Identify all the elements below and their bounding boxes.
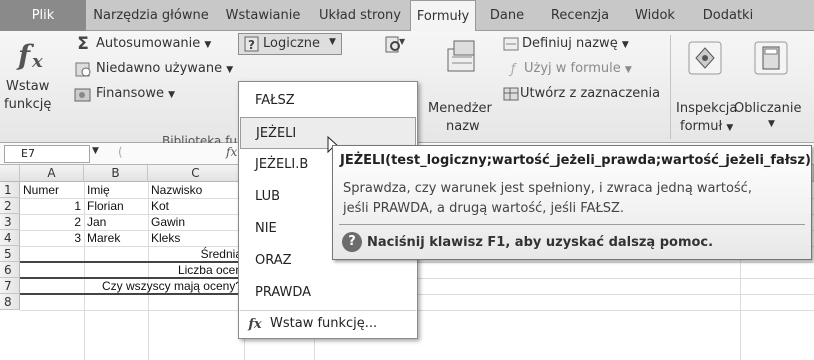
chevron-down-icon: ▼ [226,65,234,75]
tab-home[interactable]: Narzędzia główne [86,0,216,31]
insert-function-label-2: funkcję [4,97,52,112]
column-header-b[interactable]: B [84,165,148,182]
cell-c4[interactable]: Kleks [151,230,180,246]
recently-used-button[interactable]: Niedawno używane ▼ [96,61,233,76]
tooltip-line-1: Sprawdza, czy warunek jest spełniony, i … [343,181,752,196]
menu-item-falsz[interactable]: FAŁSZ [240,85,416,117]
name-box[interactable]: E7 [4,145,90,163]
cell-c3[interactable]: Gawin [151,214,185,230]
chevron-down-icon: ▼ [726,123,734,133]
chevron-down-icon: ▼ [621,40,629,50]
tab-file[interactable]: Plik [0,0,86,31]
financial-button[interactable]: Finansowe ▼ [96,86,175,101]
help-icon: ? [342,232,362,252]
cell-b1[interactable]: Imię [87,182,110,198]
fx-icon[interactable]: fx [226,145,237,159]
cell-b2[interactable]: Florian [87,198,124,214]
ribbon-separator [670,35,671,139]
tooltip-description: Sprawdza, czy warunek jest spełniony, i … [343,179,803,219]
cell-a3[interactable]: 2 [20,214,81,230]
tooltip-line-2: jeśli PRAWDA, a drugą wartość, jeśli FAŁ… [343,201,625,216]
formula-auditing-label-2[interactable]: formuł ▼ [680,119,733,134]
logical-button[interactable]: ? Logiczne ▼ [238,33,342,55]
cell-c6[interactable]: Liczba ocen [20,262,242,278]
tab-insert[interactable]: Wstawianie [216,0,310,31]
tab-view[interactable]: Widok [622,0,688,31]
formula-auditing-icon[interactable] [686,39,724,77]
cell-a2[interactable]: 1 [20,198,81,214]
name-manager-label-1: Menedżer [428,101,492,116]
chevron-down-icon[interactable]: ▼ [768,119,775,129]
tab-data[interactable]: Dane [476,0,538,31]
chevron-down-icon: ▼ [329,37,336,47]
tooltip-title: JEŻELI(test_logiczny;wartość_jeżeli_praw… [340,153,811,168]
create-from-selection-icon [502,85,520,103]
tooltip-help-text: Naciśnij klawisz F1, aby uzyskać dalszą … [367,235,714,250]
chevron-down-icon: ▼ [168,90,176,100]
cell-c5[interactable]: Średnia [20,246,242,262]
name-box-dropdown-icon[interactable]: ▼ [92,146,99,156]
column-header-c[interactable]: C [148,165,244,182]
function-tooltip: JEŻELI(test_logiczny;wartość_jeżeli_praw… [332,145,812,260]
svg-text:▼: ▼ [399,37,406,46]
row-header-8[interactable]: 8 [0,294,20,310]
financial-icon [74,85,92,103]
tab-formulas[interactable]: Formuły [410,0,476,32]
calculation-icon[interactable] [752,39,790,77]
column-header-a[interactable]: A [20,165,84,182]
cell-c7[interactable]: Czy wszyscy mają oceny? [20,278,242,294]
cell-c2[interactable]: Kot [151,198,169,214]
menu-item-insert-function[interactable]: Wstaw funkcję... [240,308,416,340]
chevron-down-icon: ▼ [204,40,212,50]
cell-a4[interactable]: 3 [20,230,81,246]
svg-text:x: x [31,51,43,72]
tooltip-separator [339,224,805,225]
chevron-down-icon: ▼ [624,65,632,75]
name-manager-icon[interactable] [444,37,482,75]
row-header-5[interactable]: 5 [0,246,20,262]
calculation-label: Obliczanie [734,101,802,116]
tab-page-layout[interactable]: Układ strony [310,0,410,31]
tab-add-ins[interactable]: Dodatki [688,0,768,31]
select-all-corner[interactable] [0,165,20,182]
name-manager-label-2: nazw [446,119,480,134]
insert-function-icon: fx [248,316,262,332]
row-header-3[interactable]: 3 [0,214,20,230]
ribbon-tab-bar: Plik Narzędzia główne Wstawianie Układ s… [0,0,814,32]
use-in-formula-button[interactable]: Użyj w formule ▼ [524,61,632,76]
lookup-icon[interactable]: ▼ [384,35,406,55]
svg-text:?: ? [248,38,255,52]
create-from-selection-button[interactable]: Utwórz z zaznaczenia [520,86,660,101]
menu-item-prawda[interactable]: PRAWDA [240,277,416,309]
define-name-icon [502,35,520,53]
insert-function-label-1: Wstaw [6,79,50,94]
sigma-icon: Σ [77,34,89,54]
logical-label: Logiczne [263,36,321,51]
define-name-button[interactable]: Definiuj nazwę ▼ [522,36,629,51]
row-header-7[interactable]: 7 [0,278,20,294]
cell-a1[interactable]: Numer [23,182,59,198]
row-header-6[interactable]: 6 [0,262,20,278]
formula-auditing-label-1: Inspekcja [676,101,738,116]
row-header-1[interactable]: 1 [0,182,20,198]
cell-b4[interactable]: Marek [87,230,120,246]
cell-b3[interactable]: Jan [87,214,106,230]
use-in-formula-icon: ƒ [510,61,516,77]
logical-icon: ? [243,35,261,53]
autosum-button[interactable]: Autosumowanie ▼ [96,36,211,51]
row-header-2[interactable]: 2 [0,198,20,214]
tab-review[interactable]: Recenzja [538,0,622,31]
row-header-4[interactable]: 4 [0,230,20,246]
cell-c1[interactable]: Nazwisko [151,182,202,198]
insert-function-icon[interactable]: fx [16,37,50,73]
cancel-formula-icon[interactable]: ( [118,145,123,159]
recent-functions-icon [74,60,92,78]
